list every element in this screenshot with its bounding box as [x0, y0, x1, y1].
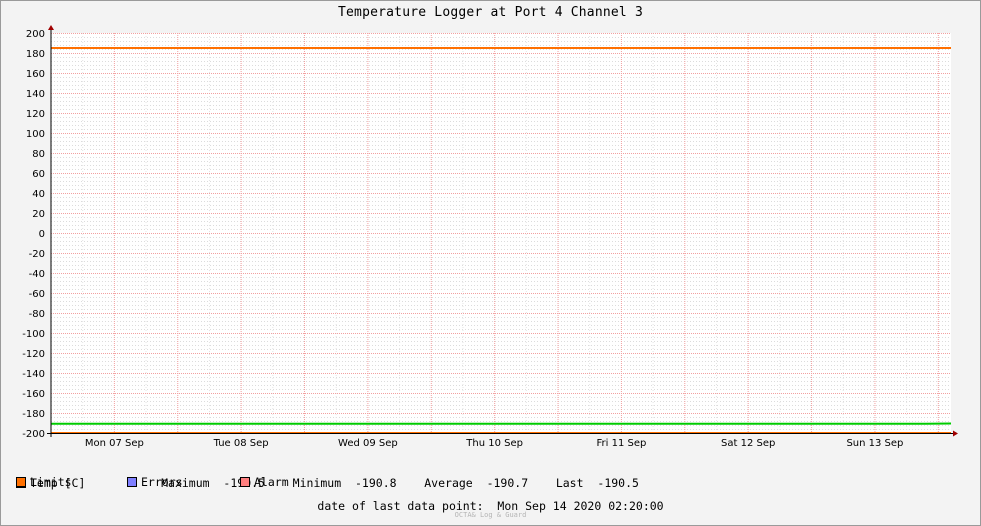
x-tick-label: Wed 09 Sep: [338, 438, 398, 449]
y-tick-label: 100: [26, 129, 45, 140]
y-tick-label: -140: [22, 369, 45, 380]
y-tick-label: 180: [26, 49, 45, 60]
y-tick-label: -20: [29, 249, 45, 260]
legend-alarm-label: Alarm: [254, 475, 289, 489]
y-tick-label: -80: [29, 309, 45, 320]
x-axis-arrow: [953, 430, 958, 437]
legend-alarm: Alarm: [240, 475, 289, 489]
stat-last-label: Last: [555, 476, 584, 490]
y-tick-label: -100: [22, 329, 45, 340]
legend-limits: Limits: [16, 475, 127, 489]
y-tick-label: 140: [26, 89, 45, 100]
x-tick-label: Mon 07 Sep: [85, 438, 144, 449]
x-tick-label: Thu 10 Sep: [465, 438, 523, 449]
legend-alarm-swatch: [240, 477, 250, 487]
y-tick-label: -40: [29, 269, 45, 280]
y-tick-label: 20: [32, 209, 45, 220]
brand-footer: OCTA& Log & Guard: [454, 511, 527, 519]
legend-limits-swatch: [16, 477, 26, 487]
legend-errors-swatch: [127, 477, 137, 487]
y-tick-label: -120: [22, 349, 45, 360]
stat-min-value: -190.8: [355, 476, 397, 490]
y-tick-label: 80: [32, 149, 45, 160]
x-tick-label: Sat 12 Sep: [721, 438, 775, 449]
chart-title: Temperature Logger at Port 4 Channel 3: [337, 5, 643, 20]
y-tick-label: 160: [26, 69, 45, 80]
stat-avg-label: Average: [424, 476, 473, 490]
legend-row-2: Limits Errors Alarm: [16, 475, 289, 489]
stat-last-value: -190.5: [597, 476, 639, 490]
legend-limits-label: Limits: [30, 475, 72, 489]
x-tick-label: Sun 13 Sep: [846, 438, 903, 449]
y-tick-label: 120: [26, 109, 45, 120]
y-tick-label: -180: [22, 409, 45, 420]
chart-plot: 200180160140120100806040200-20-40-60-80-…: [22, 25, 958, 449]
y-tick-label: 0: [39, 229, 45, 240]
y-axis-arrow: [48, 25, 54, 30]
legend-errors-label: Errors: [141, 475, 183, 489]
y-tick-label: -200: [22, 429, 45, 440]
stat-min-label: Minimum: [292, 476, 342, 490]
y-tick-label: -60: [29, 289, 45, 300]
y-tick-label: -160: [22, 389, 45, 400]
x-tick-label: Tue 08 Sep: [213, 438, 269, 449]
y-tick-label: 200: [26, 29, 45, 40]
stat-avg-value: -190.7: [486, 476, 529, 490]
y-tick-label: 40: [32, 189, 45, 200]
y-tick-label: 60: [32, 169, 45, 180]
legend-errors: Errors: [127, 475, 240, 489]
x-tick-label: Fri 11 Sep: [597, 438, 647, 449]
